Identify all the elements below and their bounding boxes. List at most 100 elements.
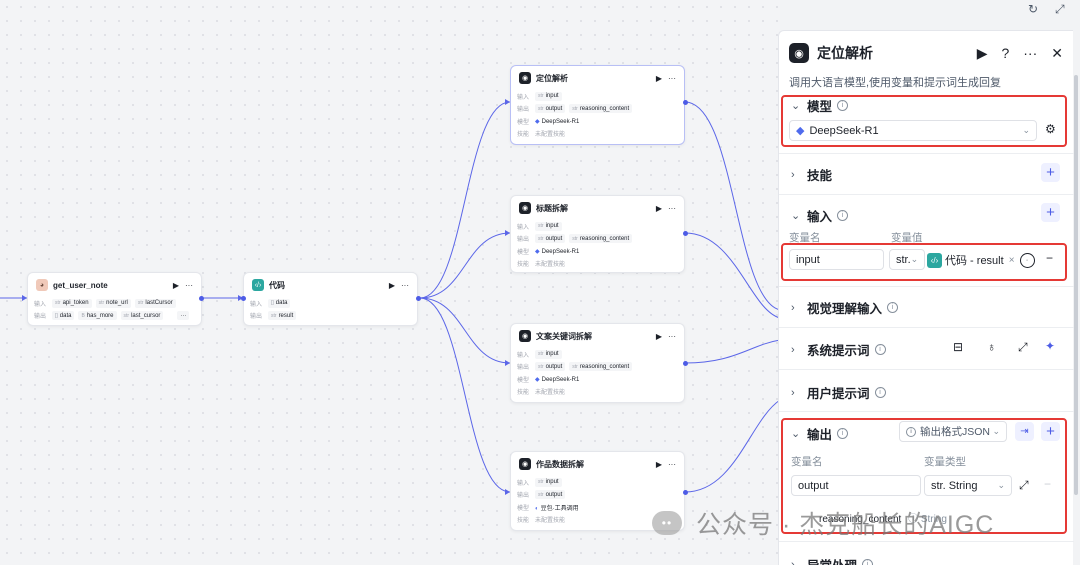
skills-label: 技能: [517, 262, 530, 269]
inputs-label: 输入: [517, 352, 530, 359]
chevron-right-icon: ›: [791, 386, 795, 399]
more-icon[interactable]: ···: [668, 74, 676, 83]
expand-icon[interactable]: ⤢: [1018, 340, 1028, 355]
section-exception-header[interactable]: › 异常处理 i: [791, 555, 874, 565]
outputs-label: 输出: [517, 493, 530, 500]
template-icon[interactable]: ⊟: [953, 340, 963, 354]
watermark: •• 公众号 · 杰克船长的AIGC: [652, 505, 994, 541]
port-out[interactable]: [683, 231, 688, 236]
section-user-prompt-header[interactable]: › 用户提示词 i: [791, 383, 886, 402]
more-icon[interactable]: ···: [1023, 45, 1037, 61]
chevron-right-icon: ›: [791, 301, 795, 314]
input-tag: str api_token: [52, 298, 92, 308]
info-icon: i: [837, 210, 849, 221]
inputs-label: 输入: [517, 480, 530, 487]
code-icon: ‹/›: [252, 279, 264, 291]
info-icon: i: [874, 387, 886, 398]
add-skill-button[interactable]: +: [1041, 163, 1060, 182]
bulb-icon[interactable]: ♁: [987, 340, 996, 354]
node-llm-copy-keywords[interactable]: ◉ 文案关键词拆解 ▶ ··· 输入 str input 输出 str output st…: [510, 323, 685, 403]
outputs-label: 输出: [34, 314, 47, 321]
more-icon[interactable]: ···: [668, 204, 676, 213]
section-label: 输入: [807, 210, 833, 224]
port-out[interactable]: [199, 296, 204, 301]
more-icon[interactable]: ···: [668, 460, 676, 469]
node-llm-title[interactable]: ◉ 标题拆解 ▶ ··· 输入 str input 输出 str output str re…: [510, 195, 685, 273]
run-icon[interactable]: ▶: [977, 45, 988, 62]
run-icon[interactable]: ▶: [656, 460, 662, 469]
input-tag: str input: [535, 91, 562, 101]
llm-icon: ◉: [519, 72, 531, 84]
outputs-label: 输出: [517, 237, 530, 244]
expand-icon[interactable]: ⤢: [1055, 2, 1065, 17]
skills-label: 技能: [517, 132, 530, 139]
wechat-icon: ••: [652, 511, 682, 535]
panel-scrollbar[interactable]: [1074, 75, 1078, 495]
model-label: 模型: [517, 249, 530, 256]
node-code[interactable]: ‹/› 代码 ▶ ··· 输入 [] data 输出 str result: [243, 272, 418, 326]
run-icon[interactable]: ▶: [656, 332, 662, 341]
magic-icon[interactable]: ✦: [1045, 339, 1055, 353]
node-get-user-note[interactable]: ◕ get_user_note ▶ ··· 输入 str api_token st…: [27, 272, 202, 326]
node-title: 代码: [269, 280, 285, 290]
chevron-right-icon: ›: [791, 558, 795, 565]
section-skills-header[interactable]: › 技能: [791, 165, 832, 184]
highlight-input: [781, 243, 1067, 281]
output-tag: str output: [535, 362, 566, 372]
inputs-label: 输入: [517, 94, 530, 101]
port-out[interactable]: [683, 490, 688, 495]
more-outputs[interactable]: ···: [177, 311, 190, 321]
input-tag: str note_url: [95, 298, 131, 308]
more-icon[interactable]: ···: [668, 332, 676, 341]
section-vision-header[interactable]: › 视觉理解输入 i: [791, 298, 899, 317]
model-name: ◆ DeepSeek-R1: [535, 248, 580, 255]
llm-icon: ◉: [519, 330, 531, 342]
close-icon[interactable]: ✕: [1051, 45, 1063, 62]
section-input-header[interactable]: ⌄ 输入 i: [791, 206, 849, 225]
panel-description: 调用大语言模型,使用变量和提示词生成回复: [789, 77, 1002, 89]
more-icon[interactable]: ···: [185, 281, 193, 290]
run-icon[interactable]: ▶: [389, 281, 395, 290]
deepseek-icon: ◆: [535, 118, 540, 125]
output-tag: str reasoning_content: [569, 362, 633, 372]
run-icon[interactable]: ▶: [656, 204, 662, 213]
node-config-panel: ◉ 定位解析 ▶ ? ··· ✕ 调用大语言模型,使用变量和提示词生成回复 ⌄ 模…: [778, 30, 1074, 565]
llm-icon: ◉: [519, 458, 531, 470]
section-system-prompt-header[interactable]: › 系统提示词 i: [791, 340, 886, 359]
section-label: 用户提示词: [807, 387, 870, 401]
help-icon[interactable]: ?: [1001, 45, 1009, 61]
port-out[interactable]: [683, 361, 688, 366]
info-icon: i: [862, 559, 874, 565]
deepseek-icon: ◆: [535, 248, 540, 255]
node-title: 作品数据拆解: [536, 459, 584, 469]
skills-label: 技能: [517, 390, 530, 397]
output-tag: str result: [268, 311, 297, 321]
llm-icon: ◉: [519, 202, 531, 214]
model-label: 模型: [517, 119, 530, 126]
model-name: ◐ 豆包·工具调用: [535, 505, 579, 512]
info-icon: i: [874, 344, 886, 355]
model-label: 模型: [517, 505, 530, 512]
doubao-icon: ◐: [535, 505, 539, 512]
port-out[interactable]: [416, 296, 421, 301]
run-icon[interactable]: ▶: [656, 74, 662, 83]
input-tag: str lastCursor: [134, 298, 176, 308]
skills-value: 未配置技能: [535, 390, 566, 397]
add-input-button[interactable]: +: [1041, 203, 1060, 222]
input-tag: [] data: [268, 298, 291, 308]
section-label: 系统提示词: [807, 344, 870, 358]
more-icon[interactable]: ···: [401, 281, 409, 290]
outputs-label: 输出: [517, 365, 530, 372]
refresh-icon[interactable]: ↻: [1028, 2, 1038, 16]
output-tag: Bhas_more: [78, 311, 117, 321]
section-label: 异常处理: [807, 555, 857, 565]
port-in[interactable]: [241, 296, 246, 301]
input-tag: str input: [535, 221, 562, 231]
node-llm-positioning[interactable]: ◉ 定位解析 ▶ ··· 输入 str input 输出 str output str re…: [510, 65, 685, 145]
port-out[interactable]: [683, 100, 688, 105]
skills-value: 未配置技能: [535, 262, 566, 269]
output-tag: str output: [535, 490, 566, 500]
outputs-label: 输出: [517, 107, 530, 114]
run-icon[interactable]: ▶: [173, 281, 179, 290]
inputs-label: 输入: [34, 301, 47, 308]
